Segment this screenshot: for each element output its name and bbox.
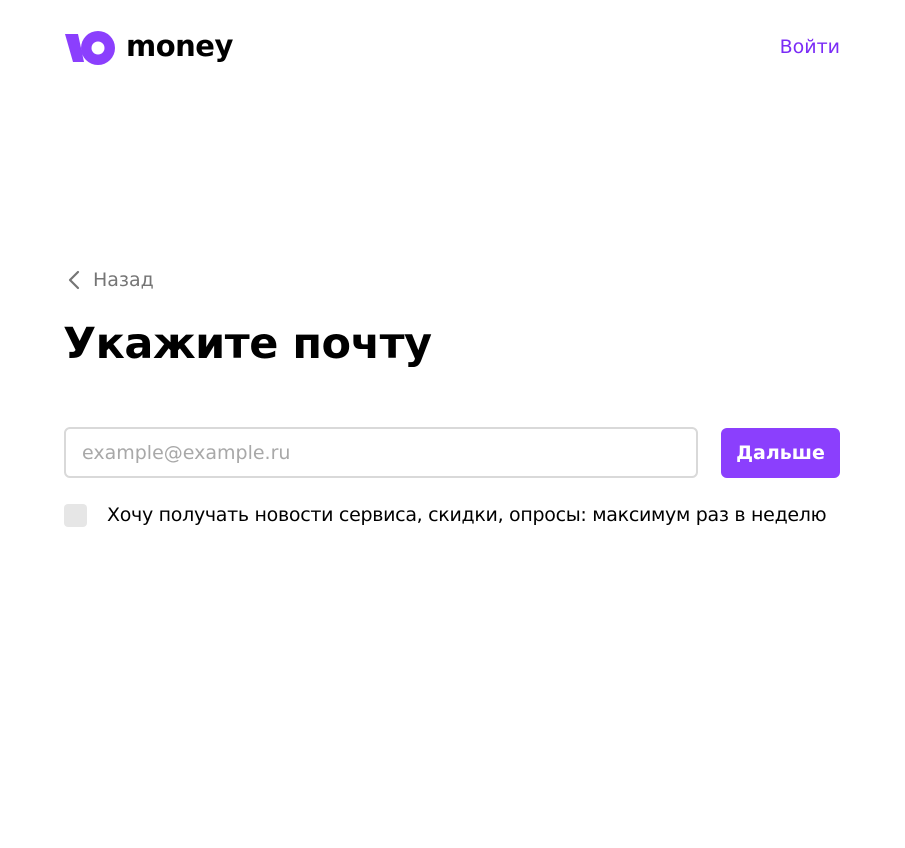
- page-title: Укажите почту: [63, 319, 432, 369]
- subscribe-label[interactable]: Хочу получать новости сервиса, скидки, о…: [107, 502, 827, 528]
- back-label: Назад: [93, 269, 154, 291]
- page: money Войти Назад Укажите почту Дальше Х…: [0, 0, 905, 848]
- login-link[interactable]: Войти: [780, 34, 840, 60]
- header: money Войти: [64, 28, 840, 68]
- back-link[interactable]: Назад: [64, 266, 154, 294]
- yoomoney-logo-icon: [65, 31, 115, 65]
- next-button[interactable]: Дальше: [721, 428, 840, 478]
- logo[interactable]: money: [64, 28, 233, 68]
- subscribe-checkbox[interactable]: [64, 503, 87, 527]
- subscribe-option: Хочу получать новости сервиса, скидки, о…: [64, 502, 827, 528]
- email-input[interactable]: [64, 427, 698, 478]
- logo-text: money: [126, 29, 233, 63]
- chevron-left-icon: [68, 270, 80, 290]
